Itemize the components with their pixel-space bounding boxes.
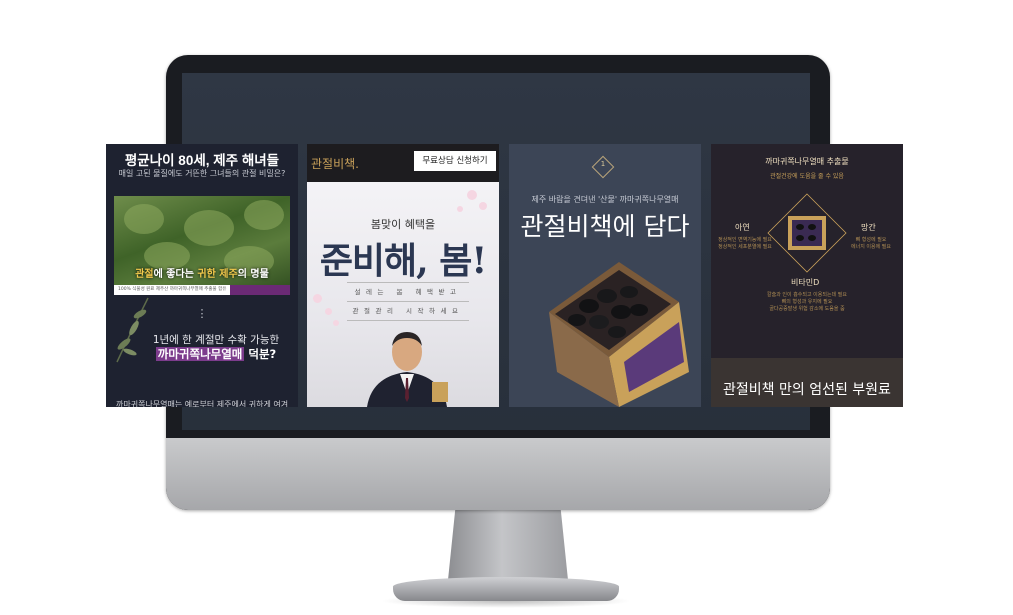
badge-number: 1 bbox=[600, 160, 606, 168]
card1-subtitle: 매일 고된 물질에도 거뜬한 그녀들의 관절 비밀은? bbox=[118, 169, 286, 178]
strip-text: 100% 식물성 원료 제주산 까마귀쪽나무열매 추출물 함유 bbox=[118, 287, 227, 292]
product-box-illustration bbox=[549, 262, 689, 407]
spokesperson-figure bbox=[367, 332, 448, 407]
promo-card-haenyeo[interactable]: 평균나이 80세, 제주 해녀들 매일 고된 물질에도 거뜬한 그녀들의 관절 … bbox=[106, 144, 298, 407]
promo-card-product[interactable]: 1 제주 바람을 견뎌낸 '산물' 까마귀쪽나무열매 관절비책에 담다 bbox=[509, 144, 701, 407]
blossom-icon bbox=[313, 294, 322, 303]
monitor-stand-base bbox=[393, 577, 619, 601]
leaf-cluster bbox=[244, 200, 284, 230]
card1-title: 평균나이 80세, 제주 해녀들 bbox=[124, 153, 280, 168]
leaf-cluster bbox=[184, 210, 234, 246]
blossom-icon bbox=[467, 190, 477, 200]
blossom-icon bbox=[325, 308, 332, 315]
label-zinc: 아연 bbox=[735, 223, 750, 232]
card4-subtitle: 관절건강에 도움을 줄 수 있음 bbox=[770, 173, 844, 180]
caption-highlight: 관절 bbox=[135, 269, 154, 280]
promo-card-spring[interactable]: 관절비책. 무료상담 신청하기 봄맞이 혜택을 준비해, 봄! 설레는 봄 혜택… bbox=[307, 144, 499, 407]
card4-bottom-title: 관절비책 만의 엄선된 부원료 bbox=[723, 382, 891, 398]
desc-vitamin-d: 칼슘과 인이 흡수되고 이용되는데 필요 뼈의 형성과 유지에 필요 골다공증발… bbox=[767, 292, 847, 312]
line2-rest: 덕분? bbox=[244, 347, 277, 361]
label-vitamin-d: 비타민D bbox=[791, 278, 820, 287]
highlight-mark: 까마귀쪽나무열매 bbox=[155, 347, 245, 361]
caption-text: 에 좋다는 bbox=[153, 269, 198, 280]
strip-purple-bar bbox=[230, 285, 290, 295]
card3-headline: 관절비책에 담다 bbox=[520, 212, 690, 241]
card1-bottom-text: 까마귀쪽나무열매는 예로부터 제주에서 귀하게 여겨 bbox=[116, 400, 289, 407]
caption-highlight: 귀한 제주 bbox=[197, 269, 238, 280]
card1-line1: 1년에 한 계절만 수확 가능한 bbox=[152, 334, 280, 346]
card4-title: 까마귀쪽나무열매 추출물 bbox=[765, 157, 849, 166]
desc-zinc: 정상적인 면역기능에 필요 정상적인 세포분열에 필요 bbox=[718, 237, 772, 250]
promo-card-ingredients[interactable]: 까마귀쪽나무열매 추출물 관절건강에 도움을 줄 수 있음 아연 정상적인 면역… bbox=[711, 144, 903, 407]
grid-row: 관절관리 시작하세요 bbox=[347, 302, 469, 321]
ingredient-diamond-diagram bbox=[767, 193, 847, 273]
label-manganese: 망간 bbox=[861, 223, 876, 232]
desc-manganese: 뼈 형성에 필요 에너지 이용에 필요 bbox=[851, 237, 891, 250]
card2-small-headline: 봄맞이 혜택을 bbox=[370, 218, 436, 231]
leaf-cluster bbox=[124, 204, 164, 234]
card1-line2: 까마귀쪽나무열매 덕분? bbox=[136, 346, 296, 362]
brand-logo: 관절비책. bbox=[311, 157, 359, 171]
card2-big-headline: 준비해, 봄! bbox=[319, 240, 487, 282]
photo-caption: 관절에 좋다는 귀한 제주의 명물 bbox=[114, 265, 290, 280]
caption-text: 의 명물 bbox=[237, 269, 269, 280]
blossom-icon bbox=[457, 206, 463, 212]
monitor-chin bbox=[166, 438, 830, 510]
blossom-icon bbox=[479, 202, 487, 210]
free-consultation-button[interactable]: 무료상담 신청하기 bbox=[414, 151, 496, 171]
monitor-stand-neck bbox=[448, 510, 568, 580]
message-grid: 설레는 봄 혜택받고 관절관리 시작하세요 bbox=[347, 282, 469, 321]
grid-row: 설레는 봄 혜택받고 bbox=[347, 283, 469, 302]
card3-subtitle: 제주 바람을 견뎌낸 '산물' 까마귀쪽나무열매 bbox=[531, 195, 679, 204]
blossom-icon bbox=[333, 320, 339, 326]
